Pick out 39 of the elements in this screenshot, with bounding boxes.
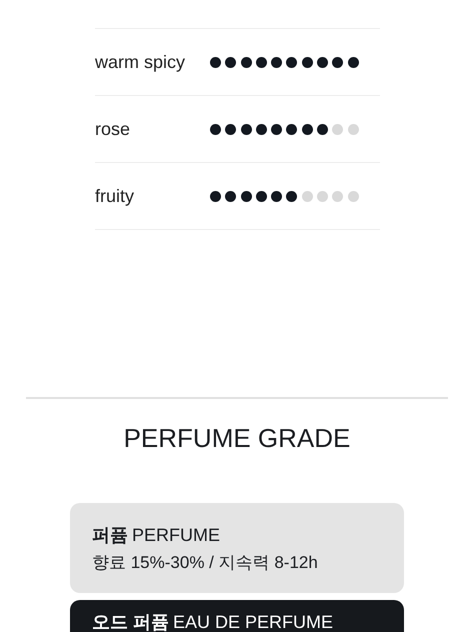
grade-card[interactable]: 퍼퓸 PERFUME 향료 15%-30% / 지속력 8-12h [70, 503, 404, 593]
filled-dot [240, 124, 252, 134]
grade-name: 퍼퓸 PERFUME [92, 524, 222, 547]
empty-dot [348, 124, 359, 134]
filled-dot [240, 56, 252, 68]
filled-dot [225, 124, 236, 134]
filled-dot [302, 124, 313, 134]
filled-dot [271, 124, 282, 134]
filled-dot [210, 124, 221, 134]
grade-detail: 향료 15%-30% / 지속력 8-12h [92, 552, 319, 574]
filled-dot [256, 56, 267, 68]
filled-dot [317, 124, 328, 134]
filled-dot [286, 190, 298, 202]
grade-card[interactable]: 오드 퍼퓸 EAU DE PERFUME [70, 600, 404, 632]
section-title: PERFUME GRADE [122, 423, 352, 453]
empty-dot [332, 124, 344, 134]
empty-dot [348, 190, 359, 202]
empty-dot [332, 190, 344, 202]
grade-name: 오드 퍼퓸 EAU DE PERFUME [92, 611, 334, 632]
filled-dot [225, 56, 236, 68]
filled-dot [317, 56, 328, 68]
filled-dot [332, 56, 344, 68]
filled-dot [286, 124, 298, 134]
filled-dot [271, 190, 282, 202]
filled-dot [240, 190, 252, 202]
note-label: rose [95, 118, 132, 140]
note-label: warm spicy [95, 52, 186, 72]
note-label: fruity [95, 186, 136, 206]
empty-dot [317, 190, 328, 202]
filled-dot [271, 56, 282, 68]
filled-dot [210, 56, 221, 68]
filled-dot [286, 56, 298, 68]
filled-dot [225, 190, 236, 202]
filled-dot [256, 190, 267, 202]
filled-dot [348, 56, 359, 68]
filled-dot [256, 124, 267, 134]
empty-dot [302, 190, 313, 202]
filled-dot [210, 190, 221, 202]
filled-dot [302, 56, 313, 68]
